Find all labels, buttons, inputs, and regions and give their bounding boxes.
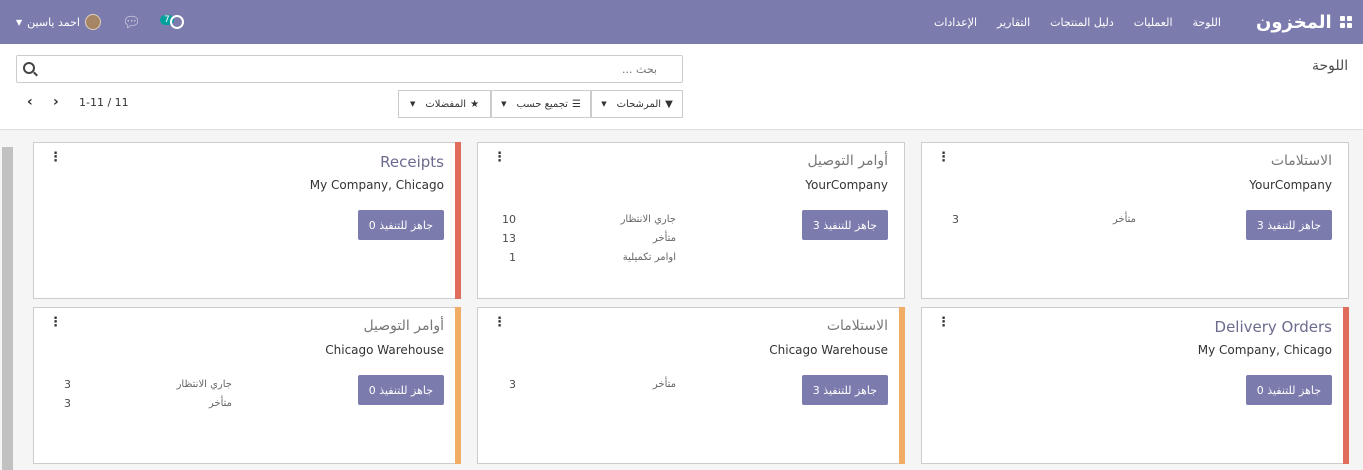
stat-late-label[interactable]: متأخر bbox=[1113, 214, 1136, 225]
ready-button[interactable]: 3 جاهز للتنفيذ bbox=[1245, 210, 1332, 240]
stat-late-value[interactable]: 13 bbox=[502, 232, 516, 245]
kebab-menu-icon[interactable]: ⋮ bbox=[49, 316, 62, 329]
menu-products[interactable]: دليل المنتجات bbox=[1050, 16, 1114, 29]
card-company: My Company, Chicago bbox=[309, 178, 444, 192]
ready-button[interactable]: 3 جاهز للتنفيذ bbox=[801, 210, 888, 240]
card-receipts-yourcompany: الاستلامات YourCompany ⋮ 3 جاهز للتنفيذ … bbox=[921, 142, 1349, 299]
stat-backorders-label[interactable]: اوامر تكميلية bbox=[623, 252, 676, 263]
search-input[interactable] bbox=[57, 59, 657, 79]
avatar bbox=[84, 14, 101, 30]
status-stripe bbox=[455, 307, 461, 464]
ready-button[interactable]: 0 جاهز للتنفيذ bbox=[357, 375, 444, 405]
card-company: Chicago Warehouse bbox=[325, 343, 444, 357]
user-name: احمد ياسين bbox=[27, 15, 80, 29]
card-title[interactable]: Receipts bbox=[380, 153, 444, 171]
filter-icon: ▼ bbox=[665, 98, 673, 110]
favorites-label: المفضلات bbox=[425, 98, 467, 110]
pager-value[interactable]: 1-11 / 11 bbox=[79, 96, 129, 109]
card-company: My Company, Chicago bbox=[1197, 343, 1332, 357]
menu-reports[interactable]: التقارير bbox=[997, 16, 1030, 29]
star-icon: ★ bbox=[470, 98, 480, 110]
chevron-down-icon: ▼ bbox=[601, 100, 607, 108]
pager-previous-icon[interactable]: ‹ bbox=[27, 94, 33, 110]
card-company: Chicago Warehouse bbox=[769, 343, 888, 357]
ready-button[interactable]: 0 جاهز للتنفيذ bbox=[1245, 375, 1332, 405]
kebab-menu-icon[interactable]: ⋮ bbox=[49, 151, 62, 164]
kebab-menu-icon[interactable]: ⋮ bbox=[493, 151, 506, 164]
card-receipts-chicago: Receipts My Company, Chicago ⋮ 0 جاهز لل… bbox=[33, 142, 461, 299]
status-stripe bbox=[455, 142, 461, 299]
search-icon[interactable] bbox=[23, 62, 35, 74]
card-company: YourCompany bbox=[1249, 178, 1332, 192]
list-icon: ☰ bbox=[571, 98, 581, 110]
top-navbar: المخزون الإعدادات التقارير دليل المنتجات… bbox=[0, 0, 1363, 44]
pager-next-icon[interactable]: › bbox=[53, 94, 59, 110]
kebab-menu-icon[interactable]: ⋮ bbox=[493, 316, 506, 329]
apps-menu-icon[interactable] bbox=[1340, 0, 1354, 44]
card-title[interactable]: أوامر التوصيل bbox=[363, 318, 444, 334]
groupby-label: تجميع حسب bbox=[516, 98, 568, 110]
ready-button[interactable]: 0 جاهز للتنفيذ bbox=[357, 210, 444, 240]
filters-label: المرشحات bbox=[616, 98, 662, 110]
status-stripe bbox=[899, 307, 905, 464]
clock-icon bbox=[169, 15, 184, 29]
stat-backorders-value[interactable]: 1 bbox=[509, 251, 516, 264]
card-title[interactable]: الاستلامات bbox=[827, 318, 888, 334]
chat-icon[interactable]: 💬︎ bbox=[122, 0, 141, 44]
chevron-down-icon: ▼ bbox=[409, 100, 416, 108]
stat-late-value[interactable]: 3 bbox=[509, 378, 516, 391]
chevron-down-icon: ▼ bbox=[16, 17, 23, 27]
stat-waiting-value[interactable]: 10 bbox=[502, 213, 516, 226]
menu-settings[interactable]: الإعدادات bbox=[934, 16, 977, 29]
status-stripe bbox=[1343, 307, 1349, 464]
groupby-button[interactable]: ☰ تجميع حسب ▼ bbox=[491, 90, 591, 118]
chevron-down-icon: ▼ bbox=[501, 100, 507, 108]
stat-late-label[interactable]: متأخر bbox=[209, 398, 232, 409]
card-delivery-chicago-warehouse: أوامر التوصيل Chicago Warehouse ⋮ 0 جاهز… bbox=[33, 307, 461, 464]
activity-button[interactable]: 7 bbox=[160, 0, 184, 44]
stat-late-label[interactable]: متأخر bbox=[653, 379, 676, 390]
kebab-menu-icon[interactable]: ⋮ bbox=[937, 151, 950, 164]
stat-late-value[interactable]: 3 bbox=[64, 397, 71, 410]
search-box[interactable] bbox=[16, 55, 683, 83]
card-delivery-chicago: Delivery Orders My Company, Chicago ⋮ 0 … bbox=[921, 307, 1349, 464]
stat-waiting-value[interactable]: 3 bbox=[64, 378, 71, 391]
stat-late-value[interactable]: 3 bbox=[952, 213, 959, 226]
stat-waiting-label[interactable]: جاري الانتظار bbox=[177, 379, 232, 390]
card-company: YourCompany bbox=[805, 178, 888, 192]
kebab-menu-icon[interactable]: ⋮ bbox=[937, 316, 950, 329]
card-delivery-yourcompany: أوامر التوصيل YourCompany ⋮ 3 جاهز للتنف… bbox=[477, 142, 905, 299]
card-receipts-chicago-warehouse: الاستلامات Chicago Warehouse ⋮ 3 جاهز لل… bbox=[477, 307, 905, 464]
scrollbar[interactable] bbox=[2, 147, 13, 470]
app-brand[interactable]: المخزون bbox=[1256, 0, 1332, 44]
menu-operations[interactable]: العمليات bbox=[1134, 16, 1173, 29]
stat-late-label[interactable]: متأخر bbox=[653, 233, 676, 244]
card-title[interactable]: أوامر التوصيل bbox=[807, 153, 888, 169]
page-title: اللوحة bbox=[1312, 58, 1349, 74]
stat-waiting-label[interactable]: جاري الانتظار bbox=[621, 214, 676, 225]
filters-button[interactable]: ▼ المرشحات ▼ bbox=[591, 90, 683, 118]
favorites-button[interactable]: ★ المفضلات ▼ bbox=[398, 90, 491, 118]
main-menu: الإعدادات التقارير دليل المنتجات العمليا… bbox=[934, 0, 1241, 44]
ready-button[interactable]: 3 جاهز للتنفيذ bbox=[801, 375, 888, 405]
card-title[interactable]: الاستلامات bbox=[1271, 153, 1332, 169]
user-menu[interactable]: ▼ احمد ياسين bbox=[16, 0, 101, 44]
menu-dashboard[interactable]: اللوحة bbox=[1193, 16, 1221, 29]
card-title[interactable]: Delivery Orders bbox=[1215, 318, 1332, 336]
